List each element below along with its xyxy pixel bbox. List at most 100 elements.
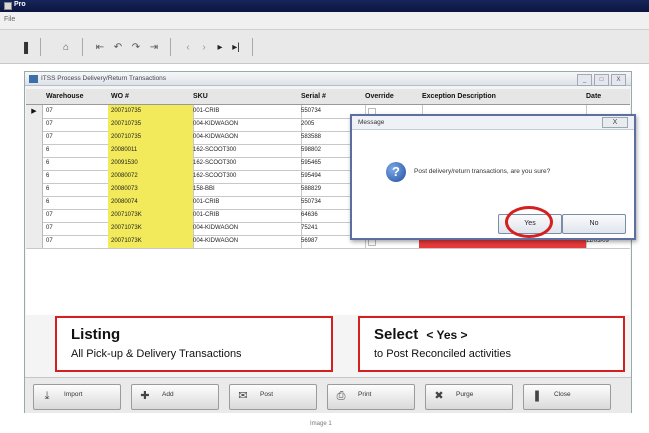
confirm-dialog: Message X ? Post delivery/return transac… — [350, 114, 636, 240]
select-callout: Select < Yes > to Post Reconciled activi… — [358, 316, 625, 372]
maximize-button[interactable]: □ — [594, 74, 609, 86]
select-callout-subtitle: to Post Reconciled activities — [374, 348, 511, 360]
cell-wo[interactable]: 20080073 — [108, 183, 194, 197]
nav-next-icon[interactable]: › — [196, 39, 212, 55]
row-selector[interactable] — [26, 157, 43, 171]
listing-callout: Listing All Pick-up & Delivery Transacti… — [55, 316, 333, 372]
row-selector[interactable] — [26, 196, 43, 210]
cell-wo[interactable]: 20071073K — [108, 235, 194, 249]
no-button[interactable]: No — [562, 214, 626, 234]
last-icon[interactable]: ⇥ — [146, 39, 162, 55]
cell-sku[interactable]: 158-BBI — [190, 183, 302, 197]
close-button[interactable]: ❚ Close — [523, 384, 611, 410]
app-titlebar: Pro — [0, 0, 649, 12]
cell-sku[interactable]: 004-KIDWAGON — [190, 131, 302, 145]
app-icon — [4, 2, 12, 10]
row-selector[interactable]: ▶ — [26, 105, 43, 119]
dialog-close-button[interactable]: X — [602, 117, 628, 128]
cell-wo[interactable]: 20091530 — [108, 157, 194, 171]
cell-sku[interactable]: 001-CRIB — [190, 196, 302, 210]
end-icon[interactable]: ▸| — [228, 39, 244, 55]
cell-wo[interactable]: 200710735 — [108, 105, 194, 119]
cell-sku[interactable]: 004-KIDWAGON — [190, 235, 302, 249]
post-button[interactable]: ✉ Post — [229, 384, 317, 410]
action-bar: ⤓ Import ✚ Add ✉ Post ⎙ Print ✖ Purge ❚ … — [25, 377, 631, 413]
row-selector[interactable] — [26, 235, 43, 249]
cell-warehouse[interactable]: 6 — [43, 157, 112, 171]
toolbar-separator — [82, 38, 83, 56]
cell-warehouse[interactable]: 6 — [43, 170, 112, 184]
print-button[interactable]: ⎙ Print — [327, 384, 415, 410]
nav-prev-icon[interactable]: ‹ — [180, 39, 196, 55]
cell-warehouse[interactable]: 6 — [43, 144, 112, 158]
cell-warehouse[interactable]: 6 — [43, 183, 112, 197]
cell-sku[interactable]: 162-SCOOT300 — [190, 170, 302, 184]
cell-wo[interactable]: 20080072 — [108, 170, 194, 184]
row-selector[interactable] — [26, 209, 43, 223]
cell-wo[interactable]: 200710735 — [108, 118, 194, 132]
window-title: ITSS Process Delivery/Return Transaction… — [41, 75, 166, 82]
col-header-warehouse[interactable]: Warehouse — [43, 89, 112, 105]
cell-wo[interactable]: 20071073K — [108, 222, 194, 236]
home-icon[interactable]: ⌂ — [58, 39, 74, 55]
row-selector[interactable] — [26, 183, 43, 197]
cell-wo[interactable]: 20071073K — [108, 209, 194, 223]
add-button[interactable]: ✚ Add — [131, 384, 219, 410]
cell-sku[interactable]: 001-CRIB — [190, 209, 302, 223]
image-caption: Image 1 — [310, 421, 332, 427]
toolbar-separator — [170, 38, 171, 56]
col-header-serial[interactable]: Serial # — [298, 89, 366, 105]
menubar: File — [0, 12, 649, 30]
print-button-label: Print — [358, 391, 372, 398]
col-header-override[interactable]: Override — [362, 89, 423, 105]
close-window-button[interactable]: X — [611, 74, 626, 86]
row-selector[interactable] — [26, 170, 43, 184]
row-selector[interactable] — [26, 118, 43, 132]
menu-file[interactable]: File — [4, 16, 15, 23]
yes-highlight-circle — [505, 206, 553, 238]
add-icon: ✚ — [140, 390, 150, 402]
purge-icon: ✖ — [434, 390, 444, 402]
listing-callout-title: Listing — [71, 326, 121, 343]
cell-sku[interactable]: 162-SCOOT300 — [190, 144, 302, 158]
cell-warehouse[interactable]: 07 — [43, 209, 112, 223]
cell-wo[interactable]: 20080074 — [108, 196, 194, 210]
post-button-label: Post — [260, 391, 274, 398]
row-selector[interactable] — [26, 131, 43, 145]
col-header-wo[interactable]: WO # — [108, 89, 194, 105]
import-button[interactable]: ⤓ Import — [33, 384, 121, 410]
cell-warehouse[interactable]: 07 — [43, 222, 112, 236]
cell-sku[interactable]: 004-KIDWAGON — [190, 222, 302, 236]
cell-sku[interactable]: 004-KIDWAGON — [190, 118, 302, 132]
first-icon[interactable]: ⇤ — [92, 39, 108, 55]
cell-warehouse[interactable]: 07 — [43, 235, 112, 249]
purge-button[interactable]: ✖ Purge — [425, 384, 513, 410]
cell-warehouse[interactable]: 07 — [43, 105, 112, 119]
post-icon: ✉ — [238, 390, 248, 402]
import-button-label: Import — [64, 391, 83, 398]
minimize-button[interactable]: _ — [577, 74, 592, 86]
col-header-exception[interactable]: Exception Description — [419, 89, 587, 105]
row-selector[interactable] — [26, 222, 43, 236]
add-button-label: Add — [162, 391, 174, 398]
col-header-date[interactable]: Date — [583, 89, 630, 105]
cell-sku[interactable]: 162-SCOOT300 — [190, 157, 302, 171]
cell-warehouse[interactable]: 07 — [43, 118, 112, 132]
row-selector[interactable] — [26, 144, 43, 158]
select-callout-word: Select — [374, 326, 419, 343]
cell-warehouse[interactable]: 6 — [43, 196, 112, 210]
cell-sku[interactable]: 001-CRIB — [190, 105, 302, 119]
prev-icon[interactable]: ↶ — [110, 39, 126, 55]
cell-warehouse[interactable]: 07 — [43, 131, 112, 145]
import-icon: ⤓ — [44, 390, 50, 402]
toolbar-separator — [40, 38, 41, 56]
play-icon[interactable]: ▸ — [212, 39, 228, 55]
next-icon[interactable]: ↷ — [128, 39, 144, 55]
col-header-sku[interactable]: SKU — [190, 89, 302, 105]
cell-wo[interactable]: 200710735 — [108, 131, 194, 145]
cell-wo[interactable]: 20080011 — [108, 144, 194, 158]
close-icon[interactable]: ❚ — [18, 39, 34, 55]
toolbar: ❚ ⌂ ⇤ ↶ ↷ ⇥ ‹ › ▸ ▸| — [0, 30, 649, 64]
select-callout-yes: < Yes > — [426, 328, 468, 342]
toolbar-separator — [252, 38, 253, 56]
